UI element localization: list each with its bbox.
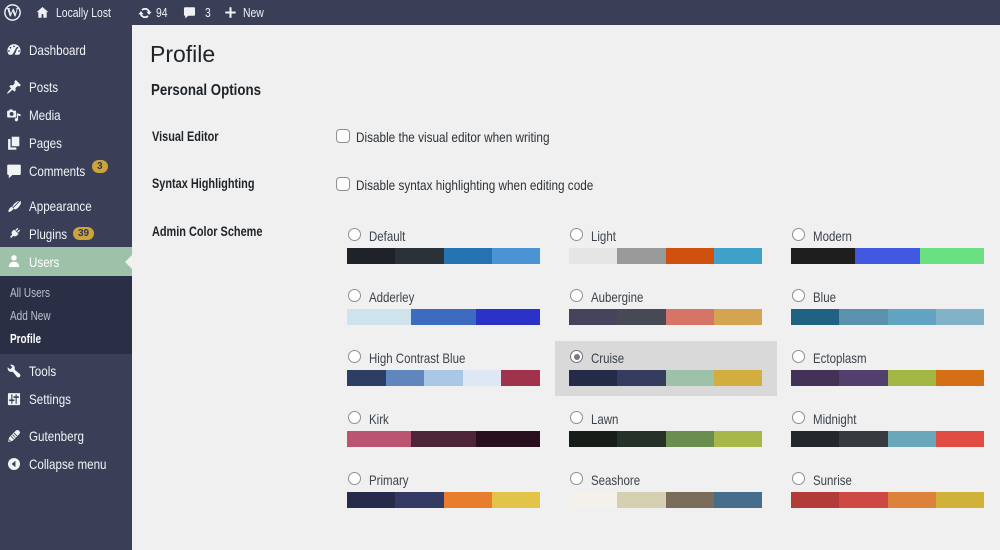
svg-text:W: W [6,6,19,20]
